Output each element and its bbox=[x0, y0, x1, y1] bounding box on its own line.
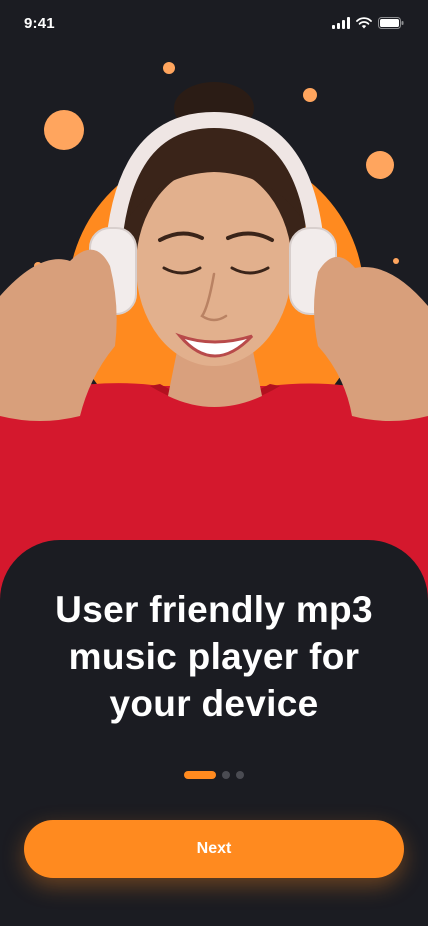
face bbox=[136, 166, 292, 366]
page-indicator-dot bbox=[222, 771, 230, 779]
status-time: 9:41 bbox=[24, 14, 55, 32]
page-indicator bbox=[0, 771, 428, 779]
hero-illustration bbox=[0, 46, 428, 606]
woman-with-headphones-illustration bbox=[0, 62, 428, 606]
decor-dot bbox=[303, 88, 317, 102]
signal-icon bbox=[332, 17, 350, 29]
decor-dot bbox=[44, 110, 84, 150]
next-button[interactable]: Next bbox=[24, 820, 404, 878]
decor-dot bbox=[366, 151, 394, 179]
status-icons bbox=[332, 17, 404, 29]
onboarding-headline: User friendly mp3 music player for your … bbox=[55, 589, 373, 724]
decor-dot bbox=[163, 62, 175, 74]
page-indicator-dot-active bbox=[184, 771, 216, 779]
page-indicator-dot bbox=[236, 771, 244, 779]
wifi-icon bbox=[356, 17, 372, 29]
status-bar: 9:41 bbox=[0, 0, 428, 46]
onboarding-sheet: User friendly mp3 music player for your … bbox=[0, 540, 428, 926]
battery-icon bbox=[378, 17, 404, 29]
decor-dot bbox=[393, 258, 399, 264]
